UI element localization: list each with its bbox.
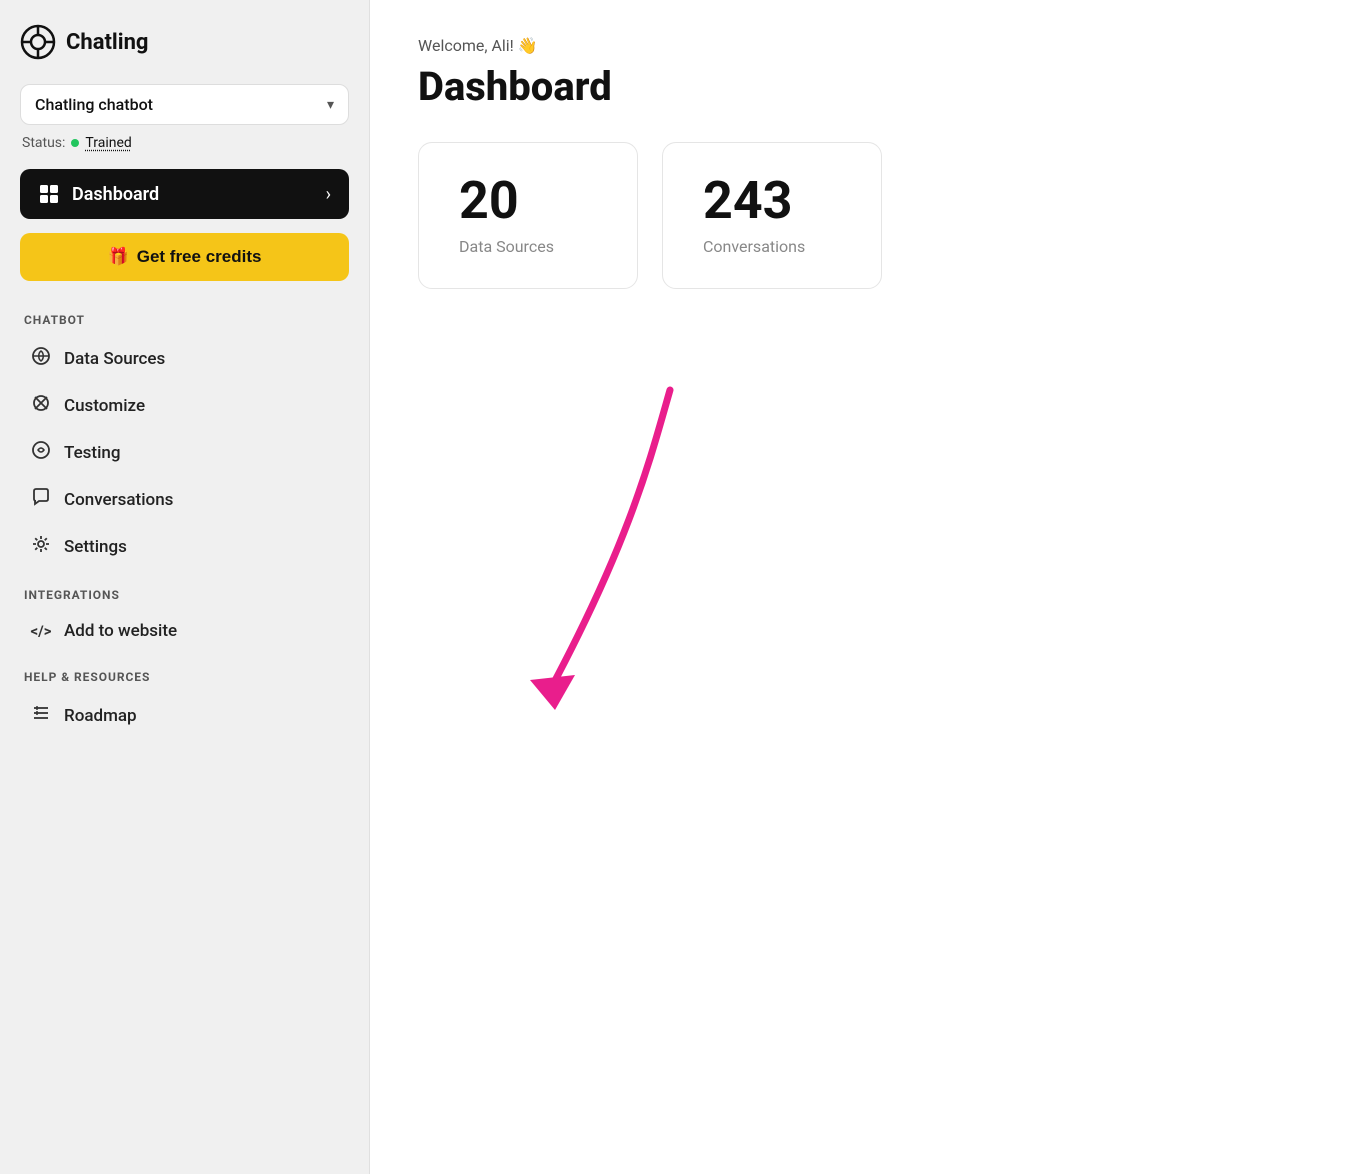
chatbot-selector-name: Chatling chatbot <box>35 95 153 114</box>
main-content: Welcome, Ali! 👋 Dashboard 20 Data Source… <box>370 0 1368 1174</box>
app-name: Chatling <box>66 30 148 55</box>
sidebar-item-dashboard[interactable]: Dashboard › <box>20 169 349 219</box>
sidebar-item-settings[interactable]: Settings <box>20 523 349 570</box>
arrow-annotation <box>450 380 750 724</box>
testing-label: Testing <box>64 443 121 463</box>
status-label: Status: <box>22 135 65 151</box>
stat-card-conversations: 243 Conversations <box>662 142 882 289</box>
status-dot-icon <box>71 139 79 147</box>
logo-area: Chatling <box>20 24 349 60</box>
settings-label: Settings <box>64 537 127 557</box>
stat-card-data-sources: 20 Data Sources <box>418 142 638 289</box>
sidebar-item-conversations[interactable]: Conversations <box>20 476 349 523</box>
section-chatbot-label: CHATBOT <box>20 313 349 327</box>
sidebar: Chatling Chatling chatbot ▾ Status: Trai… <box>0 0 370 1174</box>
stat-number-conversations: 243 <box>703 175 841 227</box>
conversations-label: Conversations <box>64 490 173 510</box>
dashboard-icon <box>38 183 60 205</box>
get-free-credits-button[interactable]: 🎁 Get free credits <box>20 233 349 281</box>
chatbot-selector[interactable]: Chatling chatbot ▾ <box>20 84 349 125</box>
chatling-logo-icon <box>20 24 56 60</box>
testing-icon <box>30 440 52 465</box>
customize-icon <box>30 393 52 418</box>
stat-label-conversations: Conversations <box>703 237 841 256</box>
sidebar-item-data-sources[interactable]: Data Sources <box>20 335 349 382</box>
status-row: Status: Trained <box>20 135 349 151</box>
page-title: Dashboard <box>418 63 1320 110</box>
gift-icon: 🎁 <box>108 247 129 267</box>
customize-label: Customize <box>64 396 145 416</box>
data-sources-icon <box>30 346 52 371</box>
sidebar-item-add-to-website[interactable]: </> Add to website <box>20 610 349 652</box>
roadmap-icon <box>30 703 52 728</box>
conversations-icon <box>30 487 52 512</box>
stat-number-data-sources: 20 <box>459 175 597 227</box>
welcome-text: Welcome, Ali! 👋 <box>418 36 1320 55</box>
section-help-label: HELP & RESOURCES <box>20 670 349 684</box>
stats-row: 20 Data Sources 243 Conversations <box>418 142 1320 289</box>
data-sources-label: Data Sources <box>64 349 165 369</box>
sidebar-item-customize[interactable]: Customize <box>20 382 349 429</box>
add-to-website-label: Add to website <box>64 621 177 641</box>
settings-icon <box>30 534 52 559</box>
dashboard-nav-label: Dashboard <box>72 184 159 205</box>
add-to-website-icon: </> <box>30 622 52 640</box>
roadmap-label: Roadmap <box>64 706 137 726</box>
section-integrations-label: INTEGRATIONS <box>20 588 349 602</box>
chevron-down-icon: ▾ <box>327 97 334 113</box>
sidebar-item-testing[interactable]: Testing <box>20 429 349 476</box>
get-credits-label: Get free credits <box>137 247 262 267</box>
sidebar-item-roadmap[interactable]: Roadmap <box>20 692 349 739</box>
stat-label-data-sources: Data Sources <box>459 237 597 256</box>
dashboard-nav-arrow-icon: › <box>326 184 331 205</box>
status-trained-label: Trained <box>85 135 131 151</box>
